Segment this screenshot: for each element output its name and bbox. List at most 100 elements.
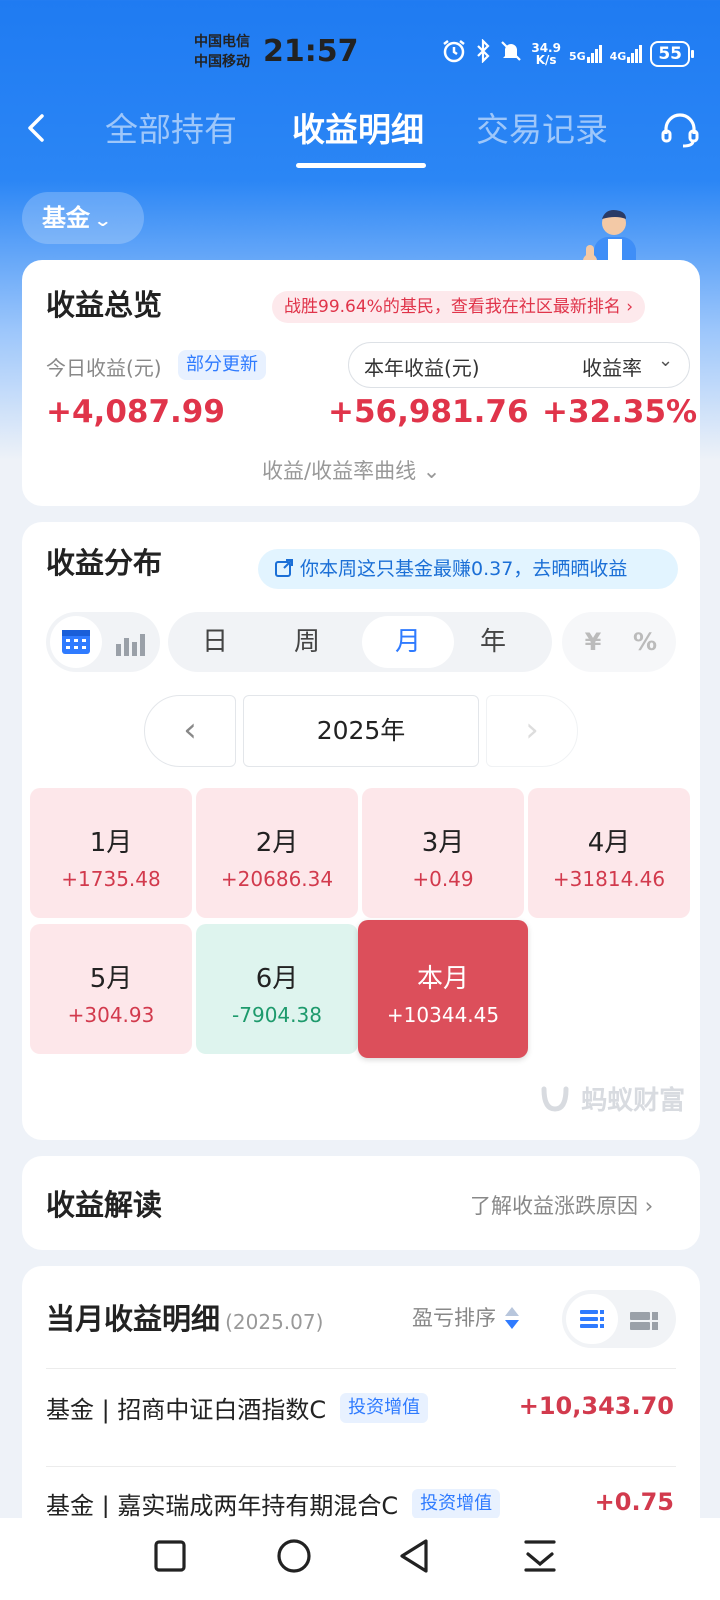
month-label: 3月	[421, 828, 465, 858]
triangle-back-icon	[400, 1539, 428, 1573]
next-year-button[interactable]: ›	[486, 695, 578, 767]
card-view-icon	[630, 1312, 658, 1330]
bar-chart-view-button[interactable]	[110, 624, 150, 664]
back-button[interactable]	[394, 1534, 438, 1578]
curve-toggle-label: 收益/收益率曲线	[262, 459, 417, 483]
return-rate-value: +32.35%	[542, 394, 698, 430]
chevron-left-icon: ‹	[183, 710, 197, 750]
month-cell[interactable]: 6月 -7904.38	[196, 924, 358, 1054]
current-month-cell[interactable]: 本月 +10344.45	[358, 920, 528, 1058]
chevron-down-icon: ⌄	[422, 459, 441, 483]
list-view-button[interactable]	[566, 1294, 618, 1344]
circle-icon	[277, 1539, 311, 1573]
sort-by-pnl-button[interactable]: 盈亏排序	[412, 1302, 521, 1332]
net-speed-unit: K/s	[535, 52, 557, 67]
year-income-label: 本年收益(元)	[364, 356, 480, 380]
month-cell[interactable]: 1月 +1735.48	[30, 788, 192, 918]
signal-5g-label: 5G	[568, 49, 586, 63]
home-button[interactable]	[272, 1534, 316, 1578]
return-rate-label[interactable]: 收益率	[582, 352, 642, 381]
period-year[interactable]: 年	[448, 612, 538, 672]
carrier-info: 中国电信 中国移动	[194, 32, 250, 72]
carrier-2: 中国移动	[194, 54, 250, 70]
today-income-value: +4,087.99	[46, 394, 225, 430]
fund-tag: 投资增值	[412, 1488, 501, 1519]
divider	[46, 1466, 676, 1467]
partial-update-badge: 部分更新	[178, 350, 266, 380]
divider	[46, 1368, 676, 1369]
current-year: 2025年	[243, 695, 479, 767]
recent-apps-button[interactable]	[148, 1534, 192, 1578]
month-value: +1735.48	[61, 867, 161, 891]
fund-name: 基金 | 嘉实瑞成两年持有期混合C	[46, 1492, 399, 1520]
chevron-right-icon: ›	[644, 1194, 654, 1218]
unit-percent[interactable]: %	[618, 612, 672, 672]
sort-label: 盈亏排序	[412, 1306, 496, 1330]
month-cell[interactable]: 3月 +0.49	[362, 788, 524, 918]
month-value: +20686.34	[220, 867, 334, 891]
battery-indicator: 55	[650, 40, 694, 67]
today-income-label: 今日收益(元)	[46, 356, 162, 380]
signal-4g-label: 4G	[609, 49, 627, 63]
unit-yuan[interactable]: ¥	[566, 612, 620, 672]
share-tip-banner[interactable]: 你本周这只基金最赚0.37，去晒晒收益	[258, 549, 678, 589]
chevron-right-icon: ›	[525, 710, 539, 750]
net-speed: 34.9 K/s	[531, 42, 561, 66]
period-month[interactable]: 月	[363, 612, 453, 672]
calendar-view-button[interactable]	[50, 616, 102, 668]
month-value: +304.93	[67, 1003, 155, 1027]
fund-name: 基金 | 招商中证白酒指数C	[46, 1396, 327, 1424]
bar-chart-icon	[116, 634, 145, 656]
card-view-button[interactable]	[624, 1300, 664, 1340]
status-icons: 34.9 K/s 5G 4G 55	[441, 38, 694, 69]
month-value: +31814.46	[552, 867, 666, 891]
curve-toggle-button[interactable]: 收益/收益率曲线 ⌄	[262, 455, 440, 485]
monthly-detail-date: (2025.07)	[225, 1310, 324, 1334]
month-value: +0.49	[412, 867, 474, 891]
explain-link[interactable]: 了解收益涨跌原因 ›	[470, 1190, 653, 1220]
month-cell[interactable]: 4月 +31814.46	[528, 788, 690, 918]
signal-4g-icon: 4G	[609, 44, 643, 63]
period-day[interactable]: 日	[170, 612, 260, 672]
bluetooth-icon	[475, 38, 491, 68]
monthly-detail-title: 当月收益明细	[46, 1302, 221, 1336]
share-tip-text: 你本周这只基金最赚0.37，去晒晒收益	[300, 558, 628, 580]
chevron-down-icon: ⌄	[658, 350, 674, 371]
explain-link-text: 了解收益涨跌原因	[470, 1194, 638, 1218]
clock: 21:57	[263, 34, 359, 69]
share-icon	[274, 558, 300, 580]
month-label: 1月	[89, 828, 133, 858]
ant-logo-icon	[541, 1086, 569, 1112]
rank-banner-text: 战胜99.64%的基民，查看我在社区最新排名	[284, 297, 621, 317]
watermark-text: 蚂蚁财富	[581, 1086, 686, 1116]
list-icon	[580, 1310, 604, 1328]
month-label: 6月	[255, 964, 299, 994]
community-rank-banner[interactable]: 战胜99.64%的基民，查看我在社区最新排名 ›	[272, 291, 646, 323]
square-icon	[154, 1540, 186, 1572]
system-navigation-bar	[0, 1518, 720, 1600]
notification-pulldown-button[interactable]	[518, 1534, 562, 1578]
fund-row[interactable]: 基金 | 嘉实瑞成两年持有期混合C 投资增值	[46, 1486, 501, 1521]
tab-all-holdings[interactable]: 全部持有	[105, 108, 237, 156]
period-week[interactable]: 周	[262, 612, 352, 672]
month-label: 本月	[416, 964, 469, 994]
net-speed-value: 34.9	[531, 40, 561, 55]
chevron-right-icon: ›	[626, 297, 634, 317]
back-icon[interactable]	[18, 108, 58, 148]
asset-filter-dropdown[interactable]: 基金 ⌄	[22, 192, 144, 244]
sort-icon	[504, 1307, 519, 1329]
tab-transactions[interactable]: 交易记录	[476, 108, 608, 156]
customer-service-icon[interactable]	[660, 110, 700, 150]
fund-row[interactable]: 基金 | 招商中证白酒指数C 投资增值	[46, 1390, 429, 1425]
brand-watermark: 蚂蚁财富	[538, 1080, 685, 1117]
year-income-value: +56,981.76	[328, 394, 529, 430]
month-cell[interactable]: 5月 +304.93	[30, 924, 192, 1054]
tab-income-detail[interactable]: 收益明细	[292, 108, 424, 156]
active-tab-indicator	[296, 163, 426, 168]
month-label: 5月	[89, 964, 133, 994]
month-label: 4月	[587, 828, 631, 858]
prev-year-button[interactable]: ‹	[144, 695, 236, 767]
month-value: -7904.38	[232, 1003, 322, 1027]
month-cell[interactable]: 2月 +20686.34	[196, 788, 358, 918]
mute-icon	[499, 39, 523, 68]
